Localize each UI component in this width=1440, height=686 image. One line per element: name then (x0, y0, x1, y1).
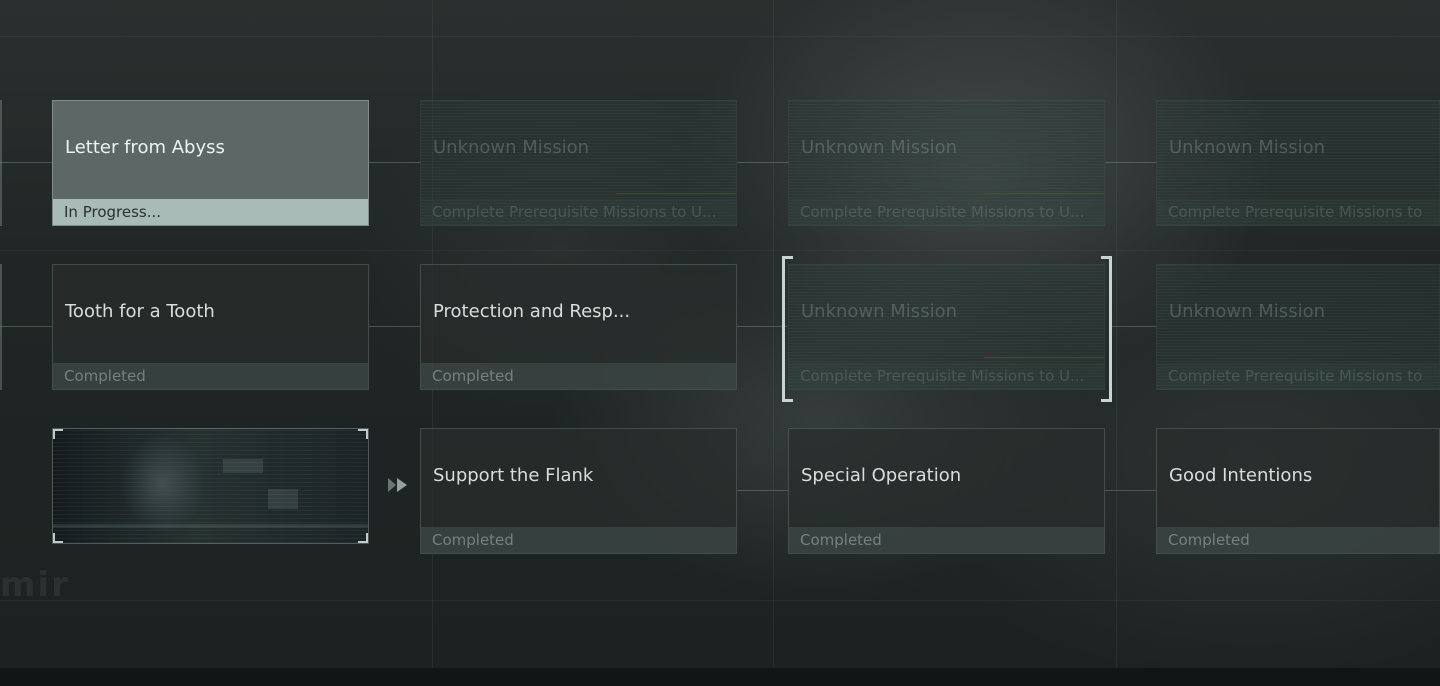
mission-status: Complete Prerequisite Missions to U... (432, 203, 717, 221)
mission-card-letter-from-abyss[interactable]: Letter from Abyss In Progress... (52, 100, 369, 226)
mission-status: Complete Prerequisite Missions to (1168, 203, 1423, 221)
mission-status-bar: Completed (421, 363, 736, 389)
selection-bracket-left (782, 256, 793, 402)
mission-status-bar: In Progress... (53, 199, 368, 225)
mission-title: Unknown Mission (433, 137, 589, 158)
grid-line (773, 0, 774, 668)
connector-line (369, 162, 421, 163)
static-noise (223, 459, 263, 473)
connector-line (1111, 326, 1157, 327)
connector-line (737, 162, 789, 163)
frame-corner (358, 429, 368, 439)
mission-title: Tooth for a Tooth (65, 301, 215, 322)
grid-line (0, 36, 1440, 37)
selection-bracket-right (1101, 256, 1112, 402)
mission-title: Support the Flank (433, 465, 594, 486)
mission-title: Protection and Resp... (433, 301, 631, 322)
mission-status: Complete Prerequisite Missions to (1168, 367, 1423, 385)
mission-video-preview[interactable] (52, 428, 369, 544)
mission-status: Completed (800, 531, 882, 549)
mission-status: Complete Prerequisite Missions to U... (800, 203, 1085, 221)
glitch-line (984, 193, 1104, 194)
connector-line (737, 326, 787, 327)
frame-corner (53, 429, 63, 439)
static-noise (53, 524, 368, 528)
mission-title: Unknown Mission (801, 137, 957, 158)
mission-title: Unknown Mission (1169, 137, 1325, 158)
offscreen-card-edge (0, 100, 2, 226)
connector-line (369, 326, 421, 327)
mission-card-good-intentions[interactable]: Good Intentions Completed (1156, 428, 1440, 554)
frame-corner (358, 533, 368, 543)
mission-card-unknown[interactable]: Unknown Mission Complete Prerequisite Mi… (788, 100, 1105, 226)
grid-line (0, 250, 1440, 251)
play-forward-icon[interactable] (388, 478, 412, 492)
mission-tree-screen: mir Letter from Abyss In Progress... Unk… (0, 0, 1440, 686)
mission-status-bar: Completed (421, 527, 736, 553)
mission-status: In Progress... (64, 203, 162, 221)
mission-status-bar: Complete Prerequisite Missions to U... (789, 363, 1104, 389)
grid-line (0, 600, 1440, 601)
mission-status-bar: Complete Prerequisite Missions to (1157, 199, 1439, 225)
mission-status-bar: Completed (789, 527, 1104, 553)
glitch-line (616, 193, 736, 194)
connector-line (0, 162, 52, 163)
connector-line (0, 326, 52, 327)
glitch-line (984, 357, 1104, 358)
mission-status: Complete Prerequisite Missions to U... (800, 367, 1085, 385)
frame-corner (53, 533, 63, 543)
mission-status-bar: Complete Prerequisite Missions to U... (421, 199, 736, 225)
mission-title: Special Operation (801, 465, 962, 486)
mission-status-bar: Complete Prerequisite Missions to U... (789, 199, 1104, 225)
mission-status: Completed (432, 531, 514, 549)
mission-status: Completed (1168, 531, 1250, 549)
background-watermark: mir (0, 565, 70, 605)
connector-line (1105, 162, 1157, 163)
mission-card-unknown[interactable]: Unknown Mission Complete Prerequisite Mi… (420, 100, 737, 226)
mission-card-unknown[interactable]: Unknown Mission Complete Prerequisite Mi… (1156, 264, 1440, 390)
mission-card-unknown-selected[interactable]: Unknown Mission Complete Prerequisite Mi… (788, 264, 1105, 390)
mission-card-protection[interactable]: Protection and Resp... Completed (420, 264, 737, 390)
bottom-bar (0, 668, 1440, 686)
mission-status-bar: Complete Prerequisite Missions to (1157, 363, 1439, 389)
mission-title: Letter from Abyss (65, 137, 225, 158)
connector-line (1105, 490, 1157, 491)
mission-card-special-operation[interactable]: Special Operation Completed (788, 428, 1105, 554)
mission-status: Completed (64, 367, 146, 385)
mission-status: Completed (432, 367, 514, 385)
mission-card-tooth-for-a-tooth[interactable]: Tooth for a Tooth Completed (52, 264, 369, 390)
mission-status-bar: Completed (53, 363, 368, 389)
static-noise (268, 489, 298, 509)
grid-line (1116, 0, 1117, 668)
mission-title: Good Intentions (1169, 465, 1313, 486)
mission-card-support-the-flank[interactable]: Support the Flank Completed (420, 428, 737, 554)
mission-status-bar: Completed (1157, 527, 1439, 553)
mission-title: Unknown Mission (801, 301, 957, 322)
mission-card-unknown[interactable]: Unknown Mission Complete Prerequisite Mi… (1156, 100, 1440, 226)
offscreen-card-edge (0, 264, 2, 390)
connector-line (737, 490, 789, 491)
mission-title: Unknown Mission (1169, 301, 1325, 322)
